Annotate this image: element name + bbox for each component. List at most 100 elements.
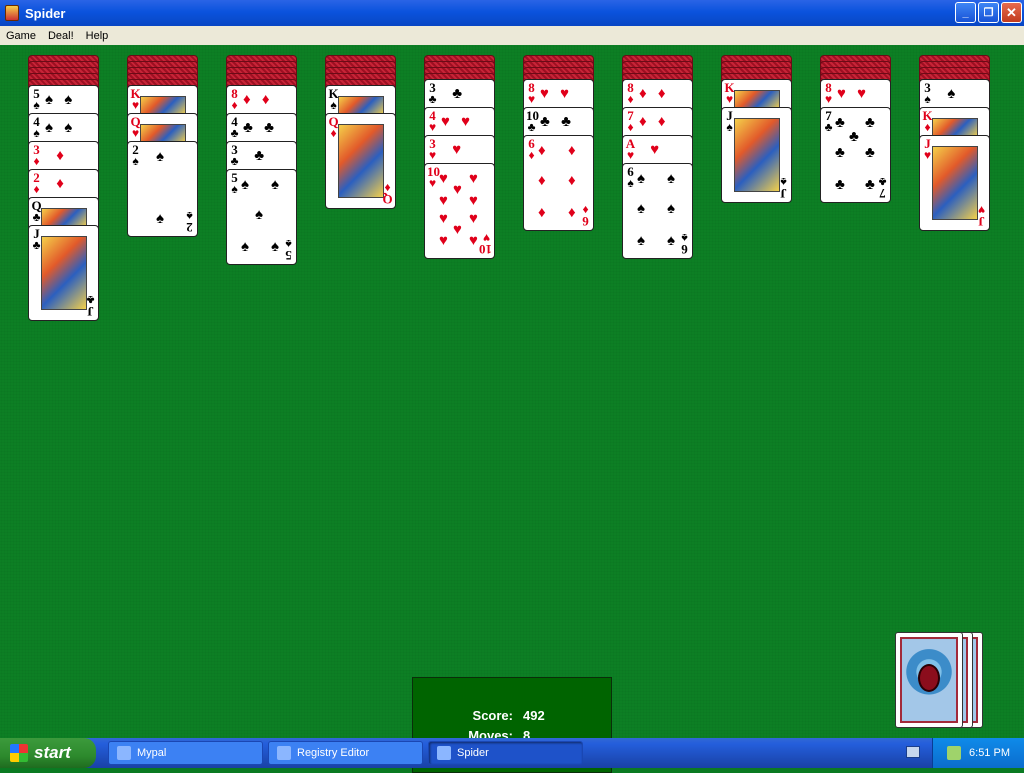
- taskbar-item-spider[interactable]: Spider: [428, 741, 583, 765]
- card-index: 6 ♠: [625, 165, 636, 189]
- maximize-button[interactable]: ❐: [978, 2, 999, 23]
- card-top-pips: ♥ ♥: [441, 114, 471, 130]
- card-pip-icon: ♥: [439, 211, 448, 227]
- card-index: 4 ♥: [427, 109, 438, 133]
- card-top-pips: ♠ ♠: [45, 120, 73, 136]
- menu-help[interactable]: Help: [80, 30, 115, 42]
- card-index: 4 ♠: [31, 115, 42, 139]
- card-pip-icon: ♣: [865, 145, 875, 161]
- system-tray: 6:51 PM: [932, 738, 1024, 768]
- card-pip-icon: ♠: [241, 177, 249, 193]
- clock[interactable]: 6:51 PM: [969, 747, 1010, 759]
- card-index: 3 ♦: [31, 143, 42, 167]
- network-icon[interactable]: [947, 746, 962, 760]
- playing-card[interactable]: 5 ♠ ♠ ♠ ♠ ♠ ♠ 5 ♠: [226, 169, 297, 265]
- card-suit-icon: ♥: [428, 176, 437, 190]
- card-pip-icon: ♣: [835, 115, 845, 131]
- card-suit-icon: ♥: [626, 148, 635, 162]
- card-index: 2 ♠: [130, 143, 141, 167]
- card-pip-icon: ♣: [849, 129, 859, 145]
- game-table: 5 ♠ ♠ ♠ 4 ♠ ♠ ♠ 3 ♦ ♦ 2 ♦ ♦ Q ♣ J ♣ J ♣ K ♥ Q ♥ 2 ♠ ♠ ♠ 2 ♠ 8 ♦ ♦ ♦ 4…: [0, 45, 1024, 773]
- card-suit-icon: ♥: [527, 92, 536, 106]
- stock-pile[interactable]: [895, 632, 995, 732]
- card-suit-icon: ♦: [582, 203, 589, 217]
- card-top-pips: ♠: [936, 86, 956, 102]
- card-pip-icon: ♥: [453, 222, 462, 238]
- card-index: 4 ♣: [229, 115, 240, 139]
- playing-card[interactable]: J ♠ J ♠: [721, 107, 792, 203]
- card-index: 6 ♦: [526, 137, 537, 161]
- card-pip-icon: ♦: [538, 205, 546, 221]
- close-button[interactable]: ✕: [1001, 2, 1022, 23]
- taskbar-item-mypal[interactable]: Mypal: [108, 741, 263, 765]
- card-suit-icon: ♠: [924, 92, 931, 106]
- title-bar: Spider _ ❐ ✕: [0, 0, 1024, 26]
- card-top-pips: ♣: [243, 148, 265, 164]
- menu-deal[interactable]: Deal!: [42, 30, 80, 42]
- spider-icon: [437, 746, 451, 760]
- card-suit-icon: ♦: [231, 98, 238, 112]
- card-pip-icon: ♥: [469, 193, 478, 209]
- card-pip-icon: ♦: [568, 205, 576, 221]
- card-suit-icon: ♣: [527, 120, 536, 134]
- card-suit-icon: ♦: [33, 154, 40, 168]
- card-top-pips: ♦: [45, 148, 64, 164]
- card-index: 8 ♦: [229, 87, 240, 111]
- playing-card[interactable]: 6 ♠ ♠ ♠ ♠ ♠ ♠ ♠ 6 ♠: [622, 163, 693, 259]
- card-pip-icon: ♠: [241, 239, 249, 255]
- card-suit-icon: ♣: [428, 92, 437, 106]
- card-suit-icon: ♣: [230, 154, 239, 168]
- start-label: start: [34, 743, 71, 762]
- card-pip-icon: ♠: [637, 171, 645, 187]
- playing-card[interactable]: 7 ♣ ♣ ♣ ♣ ♣ ♣ ♣ ♣ 7 ♣: [820, 107, 891, 203]
- card-index-bottom: 10 ♥: [479, 231, 492, 257]
- stock-card[interactable]: [895, 632, 963, 728]
- card-top-pips: ♥ ♥: [837, 86, 867, 102]
- court-card-art: [932, 146, 978, 220]
- card-index: 10 ♥: [427, 165, 440, 190]
- spider-app-icon: [5, 5, 19, 21]
- card-pip-icon: ♠: [271, 239, 279, 255]
- card-index-bottom: J ♥: [976, 203, 987, 229]
- playing-card[interactable]: 2 ♠ ♠ ♠ 2 ♠: [127, 141, 198, 237]
- card-suit-icon: ♥: [977, 203, 986, 217]
- court-card-art: [734, 118, 780, 192]
- minimize-button[interactable]: _: [955, 2, 976, 23]
- menu-game[interactable]: Game: [0, 30, 42, 42]
- card-suit-icon: ♣: [824, 120, 833, 134]
- card-pip-icon: ♦: [568, 173, 576, 189]
- taskbar-item-label: Registry Editor: [297, 747, 370, 759]
- card-index: 7 ♣: [823, 109, 834, 133]
- card-suit-icon: ♣: [230, 126, 239, 140]
- taskbar-item-registry-editor[interactable]: Registry Editor: [268, 741, 423, 765]
- keyboard-icon[interactable]: [906, 746, 920, 758]
- card-suit-icon: ♦: [528, 148, 535, 162]
- card-pip-icon: ♠: [667, 201, 675, 217]
- card-index: 3 ♠: [922, 81, 933, 105]
- card-pip-icon: ♣: [865, 177, 875, 193]
- registry-editor-icon: [277, 746, 291, 760]
- taskbar-item-label: Mypal: [137, 747, 167, 759]
- card-suit-icon: ♣: [878, 175, 887, 189]
- playing-card[interactable]: J ♥ J ♥: [919, 135, 990, 231]
- card-index: 5 ♠: [31, 87, 42, 111]
- playing-card[interactable]: 6 ♦ ♦ ♦ ♦ ♦ ♦ ♦ 6 ♦: [523, 135, 594, 231]
- card-pip-icon: ♠: [667, 171, 675, 187]
- card-index-bottom: Q ♦: [382, 181, 393, 207]
- card-index: A ♥: [625, 137, 636, 161]
- playing-card[interactable]: J ♣ J ♣: [28, 225, 99, 321]
- card-pip-icon: ♣: [865, 115, 875, 131]
- playing-card[interactable]: Q ♦ Q ♦: [325, 113, 396, 209]
- card-index: 8 ♥: [526, 81, 537, 105]
- card-pip-icon: ♠: [271, 177, 279, 193]
- card-index: 7 ♦: [625, 109, 636, 133]
- card-pip-icon: ♠: [667, 233, 675, 249]
- playing-card[interactable]: 10 ♥ ♥ ♥ ♥ ♥ ♥ ♥ ♥ ♥ ♥ ♥ 10 ♥: [424, 163, 495, 259]
- start-button[interactable]: start: [0, 738, 96, 768]
- card-pip-icon: ♠: [637, 201, 645, 217]
- card-top-pips: ♦ ♦: [639, 86, 666, 102]
- card-pip-icon: ♠: [255, 207, 263, 223]
- card-suit-icon: ♦: [627, 120, 634, 134]
- court-card-art: [338, 124, 384, 198]
- court-card-art: [41, 236, 87, 310]
